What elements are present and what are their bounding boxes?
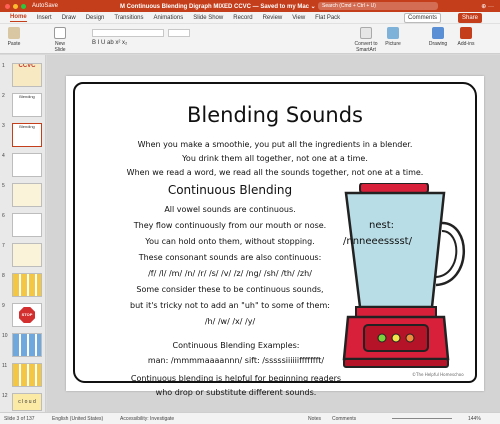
blender-illustration[interactable] <box>332 183 476 383</box>
blender-lid <box>359 183 429 194</box>
ribbon-toolbar: Paste New Slide B I U ab x² x₂ Convert t… <box>0 24 500 54</box>
intro-line[interactable]: When you make a smoothie, you put all th… <box>66 140 484 149</box>
ribbon-tabs: Home Insert Draw Design Transitions Anim… <box>0 12 500 24</box>
sound-list[interactable]: /h/ /w/ /x/ /y/ <box>90 317 370 326</box>
thumbnail-row[interactable]: 11 <box>0 363 46 393</box>
picture-icon <box>387 27 399 39</box>
blender-sound[interactable]: /nnneeesssst/ <box>343 236 412 247</box>
autosave-toggle[interactable]: AutoSave <box>32 3 58 9</box>
thumbnail-row[interactable]: 9 STOP <box>0 303 46 333</box>
smartart-icon <box>360 27 372 39</box>
convert-smartart-button[interactable]: Convert to SmartArt <box>348 27 384 53</box>
slide-thumbnail[interactable] <box>12 333 42 357</box>
slide-thumbnail[interactable]: c l o u d <box>12 393 42 411</box>
tab-animations[interactable]: Animations <box>154 15 184 21</box>
body-line[interactable]: All vowel sounds are continuous. <box>90 205 370 214</box>
thumbnail-row[interactable]: 7 <box>0 243 46 273</box>
tab-insert[interactable]: Insert <box>37 15 52 21</box>
green-button-icon <box>377 333 387 343</box>
slide-canvas[interactable]: Blending Sounds When you make a smoothie… <box>47 55 500 412</box>
tab-design[interactable]: Design <box>86 15 105 21</box>
tab-home[interactable]: Home <box>10 14 27 22</box>
add-ins-icon <box>460 27 472 39</box>
thumbnail-row[interactable]: 2 Blending <box>0 93 46 123</box>
orange-button-icon <box>405 333 415 343</box>
document-title[interactable]: M Continuous Blending Digraph MIXED CCVC… <box>120 3 316 10</box>
body-line[interactable]: They flow continuously from our mouth or… <box>90 221 370 230</box>
slide-thumbnail[interactable] <box>12 273 42 297</box>
search-box[interactable]: Search (Cmd + Ctrl + U) <box>318 2 438 10</box>
section-heading[interactable]: Continuous Blending <box>90 183 370 197</box>
slide[interactable]: Blending Sounds When you make a smoothie… <box>66 76 484 397</box>
paste-button[interactable]: Paste <box>6 27 22 47</box>
slide-thumbnail[interactable] <box>12 213 42 237</box>
stop-sign-icon: STOP <box>19 307 35 323</box>
consonant-list[interactable]: /f/ /l/ /m/ /n/ /r/ /s/ /v/ /z/ /ng/ /sh… <box>90 269 370 278</box>
tab-record[interactable]: Record <box>233 15 252 21</box>
add-ins-button[interactable]: Add-ins <box>456 27 476 47</box>
blender-collar <box>355 306 437 318</box>
drawing-button[interactable]: Drawing <box>428 27 448 47</box>
blender-jar <box>344 191 446 309</box>
body-line[interactable]: You can hold onto them, without stopping… <box>90 237 370 246</box>
tab-flat-pack[interactable]: Flat Pack <box>315 15 340 21</box>
new-slide-icon <box>54 27 66 39</box>
tab-review[interactable]: Review <box>263 15 283 21</box>
slide-thumbnail-panel[interactable]: 1 CCVC 2 Blending 3 Blending 4 5 6 7 8 9 <box>0 55 46 412</box>
slide-thumbnail-selected[interactable]: Blending <box>12 123 42 147</box>
status-bar: Slide 3 of 137 English (United States) A… <box>0 412 500 424</box>
tab-slide-show[interactable]: Slide Show <box>193 15 223 21</box>
thumbnail-row[interactable]: 6 <box>0 213 46 243</box>
new-slide-button[interactable]: New Slide <box>50 27 70 53</box>
close-window-button[interactable] <box>5 3 10 9</box>
clipboard-icon <box>8 27 20 39</box>
thumbnail-row[interactable]: 4 <box>0 153 46 183</box>
thumbnail-row[interactable]: 10 <box>0 333 46 363</box>
slide-thumbnail[interactable]: CCVC <box>12 63 42 87</box>
shapes-icon <box>432 27 444 39</box>
font-size-select[interactable] <box>168 29 190 37</box>
body-line[interactable]: These consonant sounds are also continuo… <box>90 253 370 262</box>
comments-button[interactable]: Comments <box>404 13 442 23</box>
tab-draw[interactable]: Draw <box>62 15 76 21</box>
credit-text: ©The Helpful Homeschoo <box>412 372 464 377</box>
thumbnail-row[interactable]: 5 <box>0 183 46 213</box>
slide-thumbnail[interactable] <box>12 363 42 387</box>
accessibility-status[interactable]: Accessibility: Investigate <box>120 416 174 422</box>
slide-thumbnail[interactable] <box>12 243 42 267</box>
notes-button[interactable]: Notes <box>308 416 321 422</box>
minimize-window-button[interactable] <box>13 3 18 9</box>
titlebar-more[interactable]: ⊕ ··· <box>481 3 494 10</box>
closing-line[interactable]: who drop or substitute different sounds. <box>96 388 376 397</box>
status-comments-button[interactable]: Comments <box>332 416 356 422</box>
zoom-level[interactable]: 144% <box>468 416 481 422</box>
font-name-select[interactable] <box>92 29 164 37</box>
slide-thumbnail[interactable]: Blending <box>12 93 42 117</box>
intro-line[interactable]: When we read a word, we read all the sou… <box>66 168 484 177</box>
body-line[interactable]: but it's tricky not to add an "uh" to so… <box>90 301 370 310</box>
tab-view[interactable]: View <box>292 15 305 21</box>
slide-title[interactable]: Blending Sounds <box>66 103 484 127</box>
blender-foot <box>343 358 449 368</box>
tab-transitions[interactable]: Transitions <box>114 15 143 21</box>
text-format-buttons[interactable]: B I U ab x² x₂ <box>92 40 127 46</box>
blender-word[interactable]: nest: <box>369 220 394 231</box>
intro-line[interactable]: You drink them all together, not one at … <box>66 154 484 163</box>
zoom-slider[interactable] <box>392 418 452 419</box>
language-indicator[interactable]: English (United States) <box>52 416 103 422</box>
thumbnail-row[interactable]: 3 Blending <box>0 123 46 153</box>
body-line[interactable]: Some consider these to be continuous sou… <box>90 285 370 294</box>
slide-counter: Slide 3 of 137 <box>4 416 35 422</box>
thumbnail-row[interactable]: 1 CCVC <box>0 63 46 93</box>
yellow-button-icon <box>391 333 401 343</box>
share-button[interactable]: Share <box>458 13 483 23</box>
window-controls[interactable] <box>5 3 26 9</box>
zoom-window-button[interactable] <box>21 3 26 9</box>
slide-thumbnail[interactable] <box>12 183 42 207</box>
thumbnail-row[interactable]: 8 <box>0 273 46 303</box>
slide-thumbnail[interactable]: STOP <box>12 303 42 327</box>
picture-button[interactable]: Picture <box>384 27 402 47</box>
title-bar: AutoSave M Continuous Blending Digraph M… <box>0 0 500 12</box>
slide-thumbnail[interactable] <box>12 153 42 177</box>
